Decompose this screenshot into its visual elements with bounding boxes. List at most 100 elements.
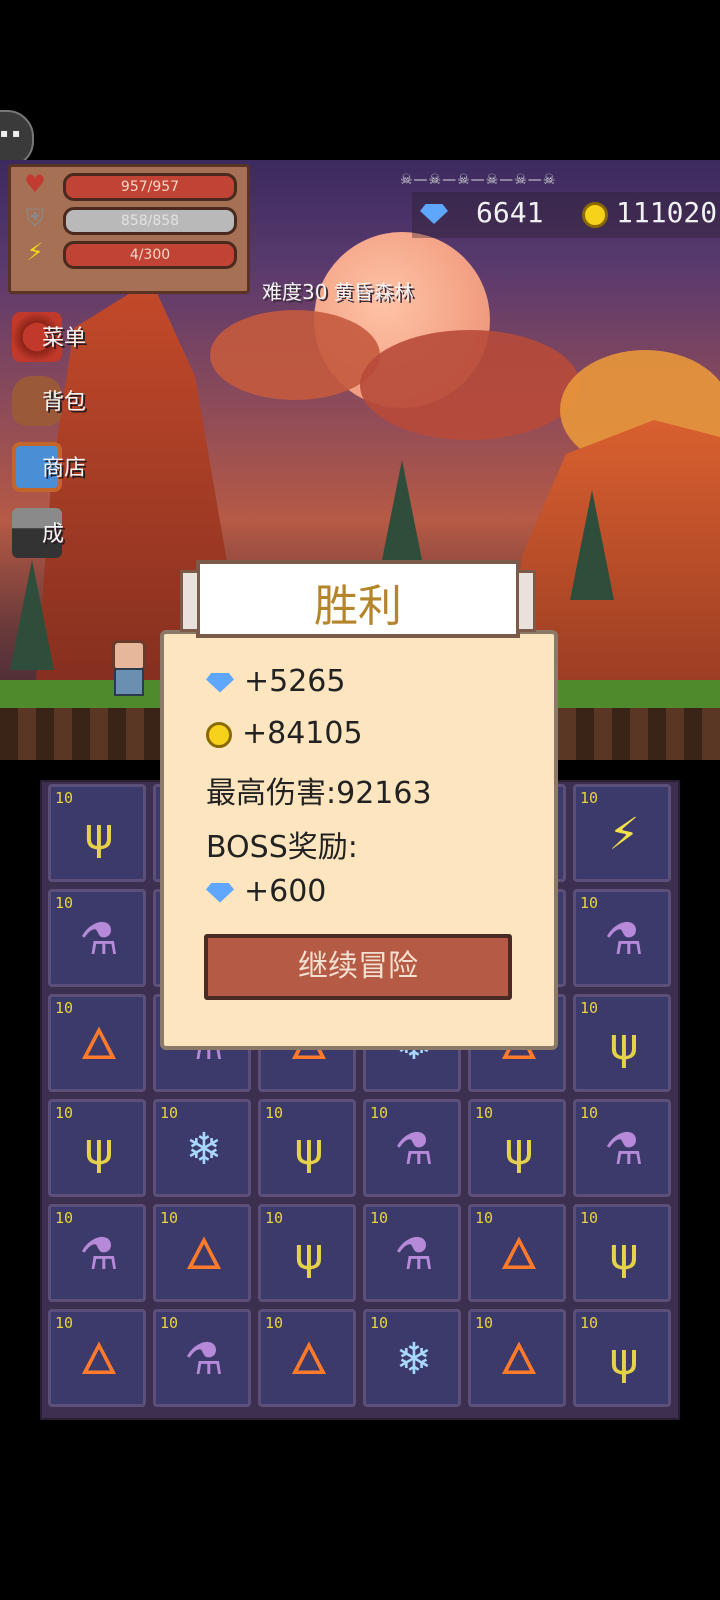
inventory-slot[interactable]: 10 🜂: [153, 1204, 251, 1302]
item-level: 10: [370, 1314, 389, 1332]
inventory-slot[interactable]: 10 ψ: [573, 1309, 671, 1407]
hero-character: [104, 640, 150, 696]
bag-button[interactable]: 背包: [8, 372, 104, 428]
item-level: 10: [580, 1314, 599, 1332]
inventory-slot[interactable]: 10 ψ: [468, 1099, 566, 1197]
inventory-slot[interactable]: 10 🜂: [258, 1309, 356, 1407]
item-level: 10: [55, 999, 74, 1017]
gem-icon: [420, 204, 448, 224]
item-level: 10: [580, 1209, 599, 1227]
coin-icon: [206, 721, 232, 748]
item-level: 10: [265, 1209, 284, 1227]
coin-count: 111020: [616, 196, 718, 229]
inventory-slot[interactable]: 10 ψ: [573, 1204, 671, 1302]
fire-staff-icon: 🜂: [79, 1334, 119, 1385]
fire-staff-icon: 🜂: [289, 1334, 329, 1385]
boss-progress-track: ☠—☠—☠—☠—☠—☠: [400, 172, 557, 188]
inventory-slot[interactable]: 10 ⚗: [363, 1204, 461, 1302]
heart-icon: ♥: [24, 170, 46, 198]
fire-staff-icon: 🜂: [499, 1229, 539, 1280]
shield-row: ⛨ 858/858: [17, 203, 241, 235]
lightning-trident-icon: ψ: [294, 1229, 324, 1280]
inventory-slot[interactable]: 10 ψ: [258, 1099, 356, 1197]
item-level: 10: [370, 1104, 389, 1122]
inventory-slot[interactable]: 10 ⚗: [153, 1309, 251, 1407]
shield-bar: 858/858: [63, 207, 237, 235]
inventory-slot[interactable]: 10 ❄: [153, 1099, 251, 1197]
shield-icon: ⛨: [26, 204, 44, 232]
inventory-slot[interactable]: 10 ⚗: [573, 889, 671, 987]
fire-staff-icon: 🜂: [499, 1334, 539, 1385]
inventory-slot[interactable]: 10 ψ: [48, 1099, 146, 1197]
gem-icon: [206, 672, 234, 693]
item-level: 10: [265, 1314, 284, 1332]
inventory-slot[interactable]: 10 ⚗: [48, 889, 146, 987]
forge-label: 成: [42, 522, 65, 547]
item-level: 10: [580, 999, 599, 1017]
item-level: 10: [475, 1209, 494, 1227]
shield-value: 858/858: [120, 213, 180, 229]
lightning-orb-icon: ⚡: [608, 809, 640, 860]
inventory-slot[interactable]: 10 🜂: [468, 1204, 566, 1302]
item-level: 10: [370, 1209, 389, 1227]
inventory-slot[interactable]: 10 ⚗: [573, 1099, 671, 1197]
inventory-slot[interactable]: 10 ⚗: [363, 1099, 461, 1197]
inventory-slot[interactable]: 10 🜂: [48, 994, 146, 1092]
item-level: 10: [160, 1209, 179, 1227]
lightning-trident-icon: ψ: [84, 809, 114, 860]
coin-reward-value: +84105: [242, 716, 363, 751]
item-level: 10: [475, 1314, 494, 1332]
inventory-slot[interactable]: 10 ⚡: [573, 784, 671, 882]
item-level: 10: [55, 894, 74, 912]
item-level: 10: [55, 789, 74, 807]
gem-reward-value: +5265: [244, 664, 346, 699]
inventory-slot[interactable]: 10 🜂: [468, 1309, 566, 1407]
item-level: 10: [55, 1104, 74, 1122]
lightning-trident-icon: ψ: [609, 1019, 639, 1070]
potion-icon: ⚗: [79, 914, 119, 965]
menu-label: 菜单: [42, 326, 87, 351]
boss-gem-reward-value: +600: [244, 874, 327, 909]
item-level: 10: [580, 789, 599, 807]
item-level: 10: [55, 1209, 74, 1227]
boss-reward-label: BOSS奖励:: [206, 830, 358, 865]
inventory-slot[interactable]: 10 🜂: [48, 1309, 146, 1407]
item-level: 10: [265, 1104, 284, 1122]
inventory-slot[interactable]: 10 ψ: [48, 784, 146, 882]
tree: [380, 460, 424, 570]
ice-staff-icon: ❄: [395, 1334, 433, 1385]
inventory-slot[interactable]: 10 ψ: [258, 1204, 356, 1302]
item-level: 10: [475, 1104, 494, 1122]
coin-icon: [582, 202, 608, 228]
hp-bar: 957/957: [63, 173, 237, 201]
inventory-slot[interactable]: 10 ψ: [573, 994, 671, 1092]
potion-icon: ⚗: [604, 1124, 644, 1175]
potion-icon: ⚗: [604, 914, 644, 965]
menu-button[interactable]: 菜单: [8, 308, 104, 364]
inventory-slot[interactable]: 10 ❄: [363, 1309, 461, 1407]
energy-row: ⚡ 4/300: [17, 237, 241, 269]
potion-icon: ⚗: [394, 1229, 434, 1280]
cloud: [210, 310, 380, 400]
potion-icon: ⚗: [394, 1124, 434, 1175]
lightning-trident-icon: ψ: [84, 1124, 114, 1175]
ice-staff-icon: ❄: [185, 1124, 223, 1175]
continue-adventure-button[interactable]: 继续冒险: [204, 934, 512, 1000]
forge-button[interactable]: 成: [8, 504, 104, 560]
energy-value: 4/300: [129, 247, 171, 263]
victory-title: 胜利: [314, 581, 402, 632]
lightning-trident-icon: ψ: [609, 1334, 639, 1385]
item-level: 10: [160, 1104, 179, 1122]
gem-reward-row: +5265: [206, 664, 345, 699]
hp-row: ♥ 957/957: [17, 169, 241, 201]
victory-banner: 胜利: [180, 560, 536, 638]
potion-icon: ⚗: [184, 1334, 224, 1385]
item-level: 10: [580, 1104, 599, 1122]
hp-value: 957/957: [120, 179, 180, 195]
tree: [10, 560, 54, 670]
gem-icon: [206, 882, 234, 903]
inventory-slot[interactable]: 10 ⚗: [48, 1204, 146, 1302]
item-level: 10: [55, 1314, 74, 1332]
shop-button[interactable]: 商店: [8, 438, 104, 494]
fire-staff-icon: 🜂: [184, 1229, 224, 1280]
